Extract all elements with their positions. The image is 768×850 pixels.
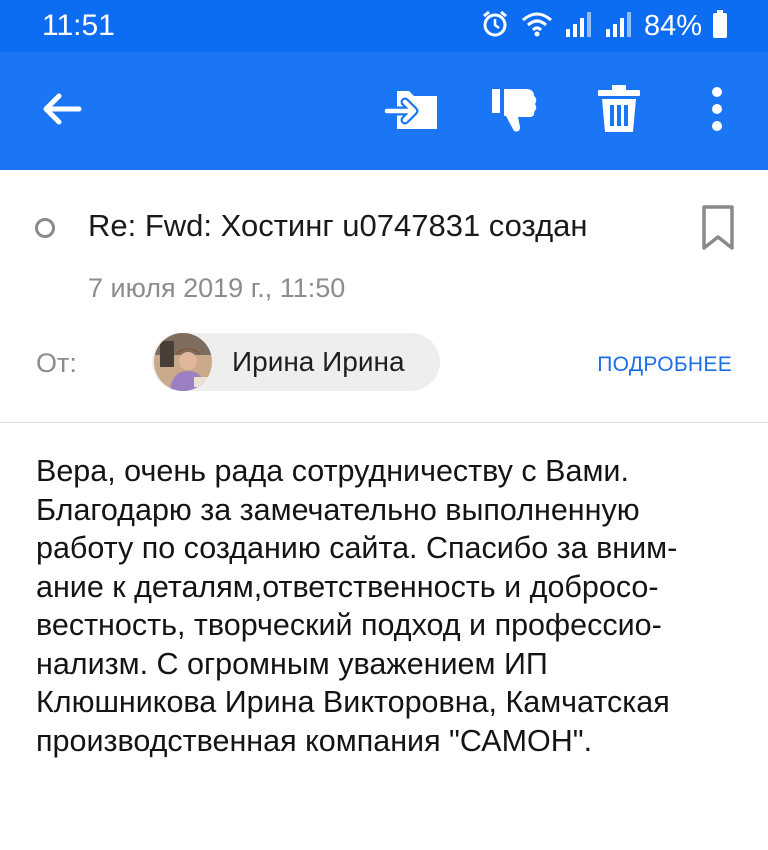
body-line: Благодарю за замечательно выполненную [36, 492, 640, 527]
back-icon [39, 87, 83, 136]
sender-chip[interactable]: Ирина Ирина [152, 333, 440, 391]
message-body: Вера, очень рада сотрудничеству с Вами. … [36, 452, 736, 760]
from-label: От: [36, 348, 77, 378]
bookmark-icon[interactable] [696, 204, 740, 250]
more-vertical-icon [710, 86, 724, 137]
body-line: нализм. С огромным уважением ИП [36, 646, 548, 681]
details-link[interactable]: ПОДРОБНЕЕ [597, 351, 732, 379]
signal-icon [604, 9, 634, 44]
body-line: ание к деталям,ответственность и добросо… [36, 569, 659, 604]
sender-name: Ирина Ирина [232, 346, 405, 377]
wifi-icon [520, 9, 554, 44]
dislike-icon [488, 83, 540, 140]
app-bar [0, 52, 768, 170]
message-date: 7 июля 2019 г., 11:50 [88, 273, 346, 303]
status-time: 11:51 [42, 9, 115, 42]
dislike-button[interactable] [483, 80, 545, 142]
avatar [154, 333, 212, 391]
delete-button[interactable] [588, 80, 650, 142]
alarm-icon [480, 9, 510, 44]
status-icons: 84% [480, 8, 728, 44]
message-subject: Re: Fwd: Хостинг u0747831 создан [88, 208, 588, 243]
body-line: работу по созданию сайта. Спасибо за вни… [36, 531, 678, 565]
signal-icon [564, 9, 594, 44]
move-to-folder-icon [382, 85, 439, 138]
body-line: производственная компания "САМОН". [36, 723, 593, 758]
body-line: Вера, очень рада сотрудничеству с Вами. [36, 454, 629, 488]
header-divider [0, 422, 768, 423]
battery-icon [712, 9, 728, 44]
body-line: вестность, творческий подход и профессио… [36, 608, 662, 642]
back-button[interactable] [30, 80, 92, 142]
subject-row: Re: Fwd: Хостинг u0747831 создан [0, 196, 768, 260]
battery-percent: 84% [643, 10, 702, 42]
more-options-button[interactable] [686, 80, 748, 142]
move-to-folder-button[interactable] [380, 80, 442, 142]
trash-icon [595, 84, 643, 139]
status-bar: 11:51 84% [0, 0, 768, 52]
unread-indicator-icon[interactable] [35, 218, 55, 238]
body-line: Клюшникова Ирина Викторовна, Камчатская [36, 685, 670, 719]
